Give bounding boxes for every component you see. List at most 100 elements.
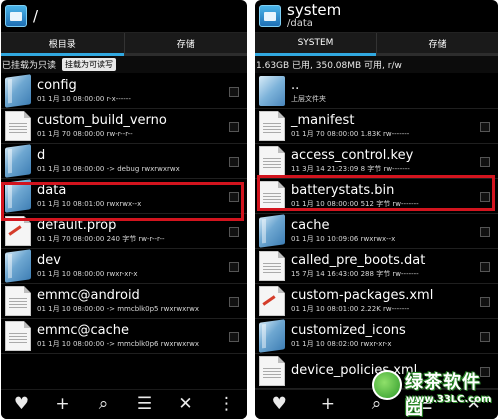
select-checkbox[interactable]	[229, 192, 239, 202]
select-checkbox[interactable]	[229, 262, 239, 272]
file-info: 01 1月 10 08:00:00 -> mmcblk0p6 rwxrwxrwx	[37, 340, 199, 348]
xml-file-icon	[259, 286, 285, 316]
left-file-browser: / 根目录 存储 已挂载为只读 挂载为可读写 config 01 1月 10 08…	[1, 0, 247, 419]
file-meta: .. 上层文件夹	[291, 78, 498, 104]
file-info: 上层文件夹	[291, 95, 326, 103]
select-checkbox[interactable]	[480, 262, 490, 272]
select-checkbox[interactable]	[480, 192, 490, 202]
file-row[interactable]: access_control.key 11 3月 14 21:23:09 8 字节…	[255, 144, 498, 179]
right-path-subtitle: /data	[287, 18, 313, 29]
tab-system[interactable]: SYSTEM	[255, 33, 376, 56]
select-checkbox[interactable]	[480, 297, 490, 307]
select-checkbox[interactable]	[229, 332, 239, 342]
plus-icon[interactable]: +	[316, 396, 340, 413]
search-icon[interactable]: ⌕	[92, 396, 116, 413]
bottom-toolbar: ♥ + ⌕ ☰ ✕ ⋮	[1, 389, 247, 419]
xml-file-icon	[5, 216, 31, 246]
file-icon	[5, 286, 31, 316]
left-path-title: /	[33, 6, 39, 25]
left-titlebar: /	[1, 0, 247, 32]
right-storage-info: 1.63GB 已用, 350.08MB 可用, r/w	[255, 56, 498, 73]
right-file-browser: system /data SYSTEM 存储 1.63GB 已用, 350.08…	[255, 0, 498, 419]
file-row[interactable]: dev 01 1月 10 08:00:00 rwxr-xr-x	[1, 249, 247, 284]
tab-storage[interactable]: 存储	[123, 33, 247, 56]
select-checkbox[interactable]	[480, 227, 490, 237]
file-row[interactable]: default.prop 01 1月 70 08:00:00 240 字节 rw-…	[1, 214, 247, 249]
file-row[interactable]: emmc@android 01 1月 10 08:00:00 -> mmcblk0…	[1, 284, 247, 319]
file-row[interactable]: cache 01 1月 10 10:09:06 rwxrwx--x	[255, 214, 498, 249]
file-icon	[259, 356, 285, 386]
plus-icon[interactable]: +	[51, 396, 75, 413]
heart-icon[interactable]: ♥	[10, 396, 34, 413]
select-checkbox[interactable]	[229, 157, 239, 167]
app-icon[interactable]	[259, 5, 281, 27]
file-name: access_control.key	[291, 148, 414, 163]
select-checkbox[interactable]	[480, 157, 490, 167]
file-row[interactable]: custom_build_verno 01 1月 70 08:00:00 rw-r…	[1, 109, 247, 144]
tab-storage[interactable]: 存储	[376, 33, 498, 56]
file-meta: data 01 1月 10 08:01:00 rwxrwx--x	[37, 183, 247, 209]
file-meta: custom-packages.xml 01 1月 10 08:01:00 2.2…	[291, 288, 498, 314]
file-name: _manifest	[291, 113, 355, 128]
file-meta: _manifest 01 1月 70 08:00:00 1.83K rw-----…	[291, 113, 498, 139]
app-icon[interactable]	[5, 5, 27, 27]
select-checkbox[interactable]	[229, 227, 239, 237]
file-info: 11 3月 14 21:23:09 8 字节 rw-------	[291, 165, 410, 173]
file-row[interactable]: batterystats.bin 01 1月 10 08:00:00 512 字节…	[255, 179, 498, 214]
folder-icon	[5, 144, 31, 178]
file-row[interactable]: config 01 1月 10 08:00:00 r-x------	[1, 74, 247, 109]
remount-rw-button[interactable]: 挂载为可读写	[62, 58, 117, 71]
heart-icon[interactable]: ♥	[267, 396, 291, 413]
file-info: 01 1月 10 08:02:00 rwxr-xr-x	[291, 340, 392, 348]
file-name: default.prop	[37, 218, 117, 233]
file-icon	[259, 251, 285, 281]
file-row[interactable]: _manifest 01 1月 70 08:00:00 1.83K rw-----…	[255, 109, 498, 144]
file-meta: access_control.key 11 3月 14 21:23:09 8 字节…	[291, 148, 498, 174]
file-icon	[259, 146, 285, 176]
select-checkbox[interactable]	[229, 87, 239, 97]
select-checkbox[interactable]	[229, 297, 239, 307]
watermark-logo-icon	[372, 370, 402, 400]
file-info: 01 1月 70 08:00:00 240 字节 rw-r--r--	[37, 235, 165, 243]
file-name: ..	[291, 78, 300, 93]
select-checkbox[interactable]	[480, 122, 490, 132]
folder-icon	[5, 249, 31, 283]
left-file-list: config 01 1月 10 08:00:00 r-x------ custom_…	[1, 74, 247, 354]
mount-status-text: 已挂载为只读	[2, 61, 57, 71]
storage-usage-text: 1.63GB 已用, 350.08MB 可用, r/w	[256, 61, 402, 71]
file-info: 01 1月 70 08:00:00 1.83K rw-------	[291, 130, 410, 138]
file-row[interactable]: data 01 1月 10 08:01:00 rwxrwx--x	[1, 179, 247, 214]
file-name: config	[37, 78, 77, 93]
file-row[interactable]: custom-packages.xml 01 1月 10 08:01:00 2.2…	[255, 284, 498, 319]
file-info: 01 1月 70 08:00:00 rw-r--r--	[37, 130, 133, 138]
file-row[interactable]: .. 上层文件夹	[255, 74, 498, 109]
file-name: data	[37, 183, 67, 198]
file-name: batterystats.bin	[291, 183, 395, 198]
file-row[interactable]: customized_icons 01 1月 10 08:02:00 rwxr-x…	[255, 319, 498, 354]
file-row[interactable]: called_pre_boots.dat 15 7月 14 16:43:00 28…	[255, 249, 498, 284]
file-name: cache	[291, 218, 330, 233]
file-row[interactable]: d 01 1月 10 08:00:00 -> debug rwxrwxrwx	[1, 144, 247, 179]
right-file-list: .. 上层文件夹 _manifest 01 1月 70 08:00:00 1.83K …	[255, 74, 498, 389]
file-name: emmc@android	[37, 288, 140, 303]
tab-root[interactable]: 根目录	[1, 33, 124, 56]
file-meta: default.prop 01 1月 70 08:00:00 240 字节 rw-…	[37, 218, 247, 244]
file-info: 01 1月 10 08:00:00 -> debug rwxrwxrwx	[37, 165, 180, 173]
file-info: 01 1月 10 08:00:00 -> mmcblk0p5 rwxrwxrwx	[37, 305, 199, 313]
left-mount-info: 已挂载为只读 挂载为可读写	[1, 56, 247, 73]
left-tabs: 根目录 存储	[1, 32, 247, 56]
file-row[interactable]: emmc@cache 01 1月 10 08:00:00 -> mmcblk0p6…	[1, 319, 247, 354]
select-checkbox[interactable]	[229, 122, 239, 132]
file-meta: custom_build_verno 01 1月 70 08:00:00 rw-r…	[37, 113, 247, 139]
file-name: emmc@cache	[37, 323, 129, 338]
select-checkbox[interactable]	[480, 332, 490, 342]
close-icon[interactable]: ✕	[174, 396, 198, 413]
screenshot-canvas: / 根目录 存储 已挂载为只读 挂载为可读写 config 01 1月 10 08…	[0, 0, 500, 419]
file-icon	[259, 111, 285, 141]
file-name: d	[37, 148, 46, 163]
more-icon[interactable]: ⋮	[215, 396, 239, 413]
parent-folder-icon	[259, 76, 285, 106]
file-meta: customized_icons 01 1月 10 08:02:00 rwxr-x…	[291, 323, 498, 349]
file-info: 15 7月 14 16:43:00 288 字节 rw-------	[291, 270, 419, 278]
sort-icon[interactable]: ☰	[133, 396, 157, 413]
